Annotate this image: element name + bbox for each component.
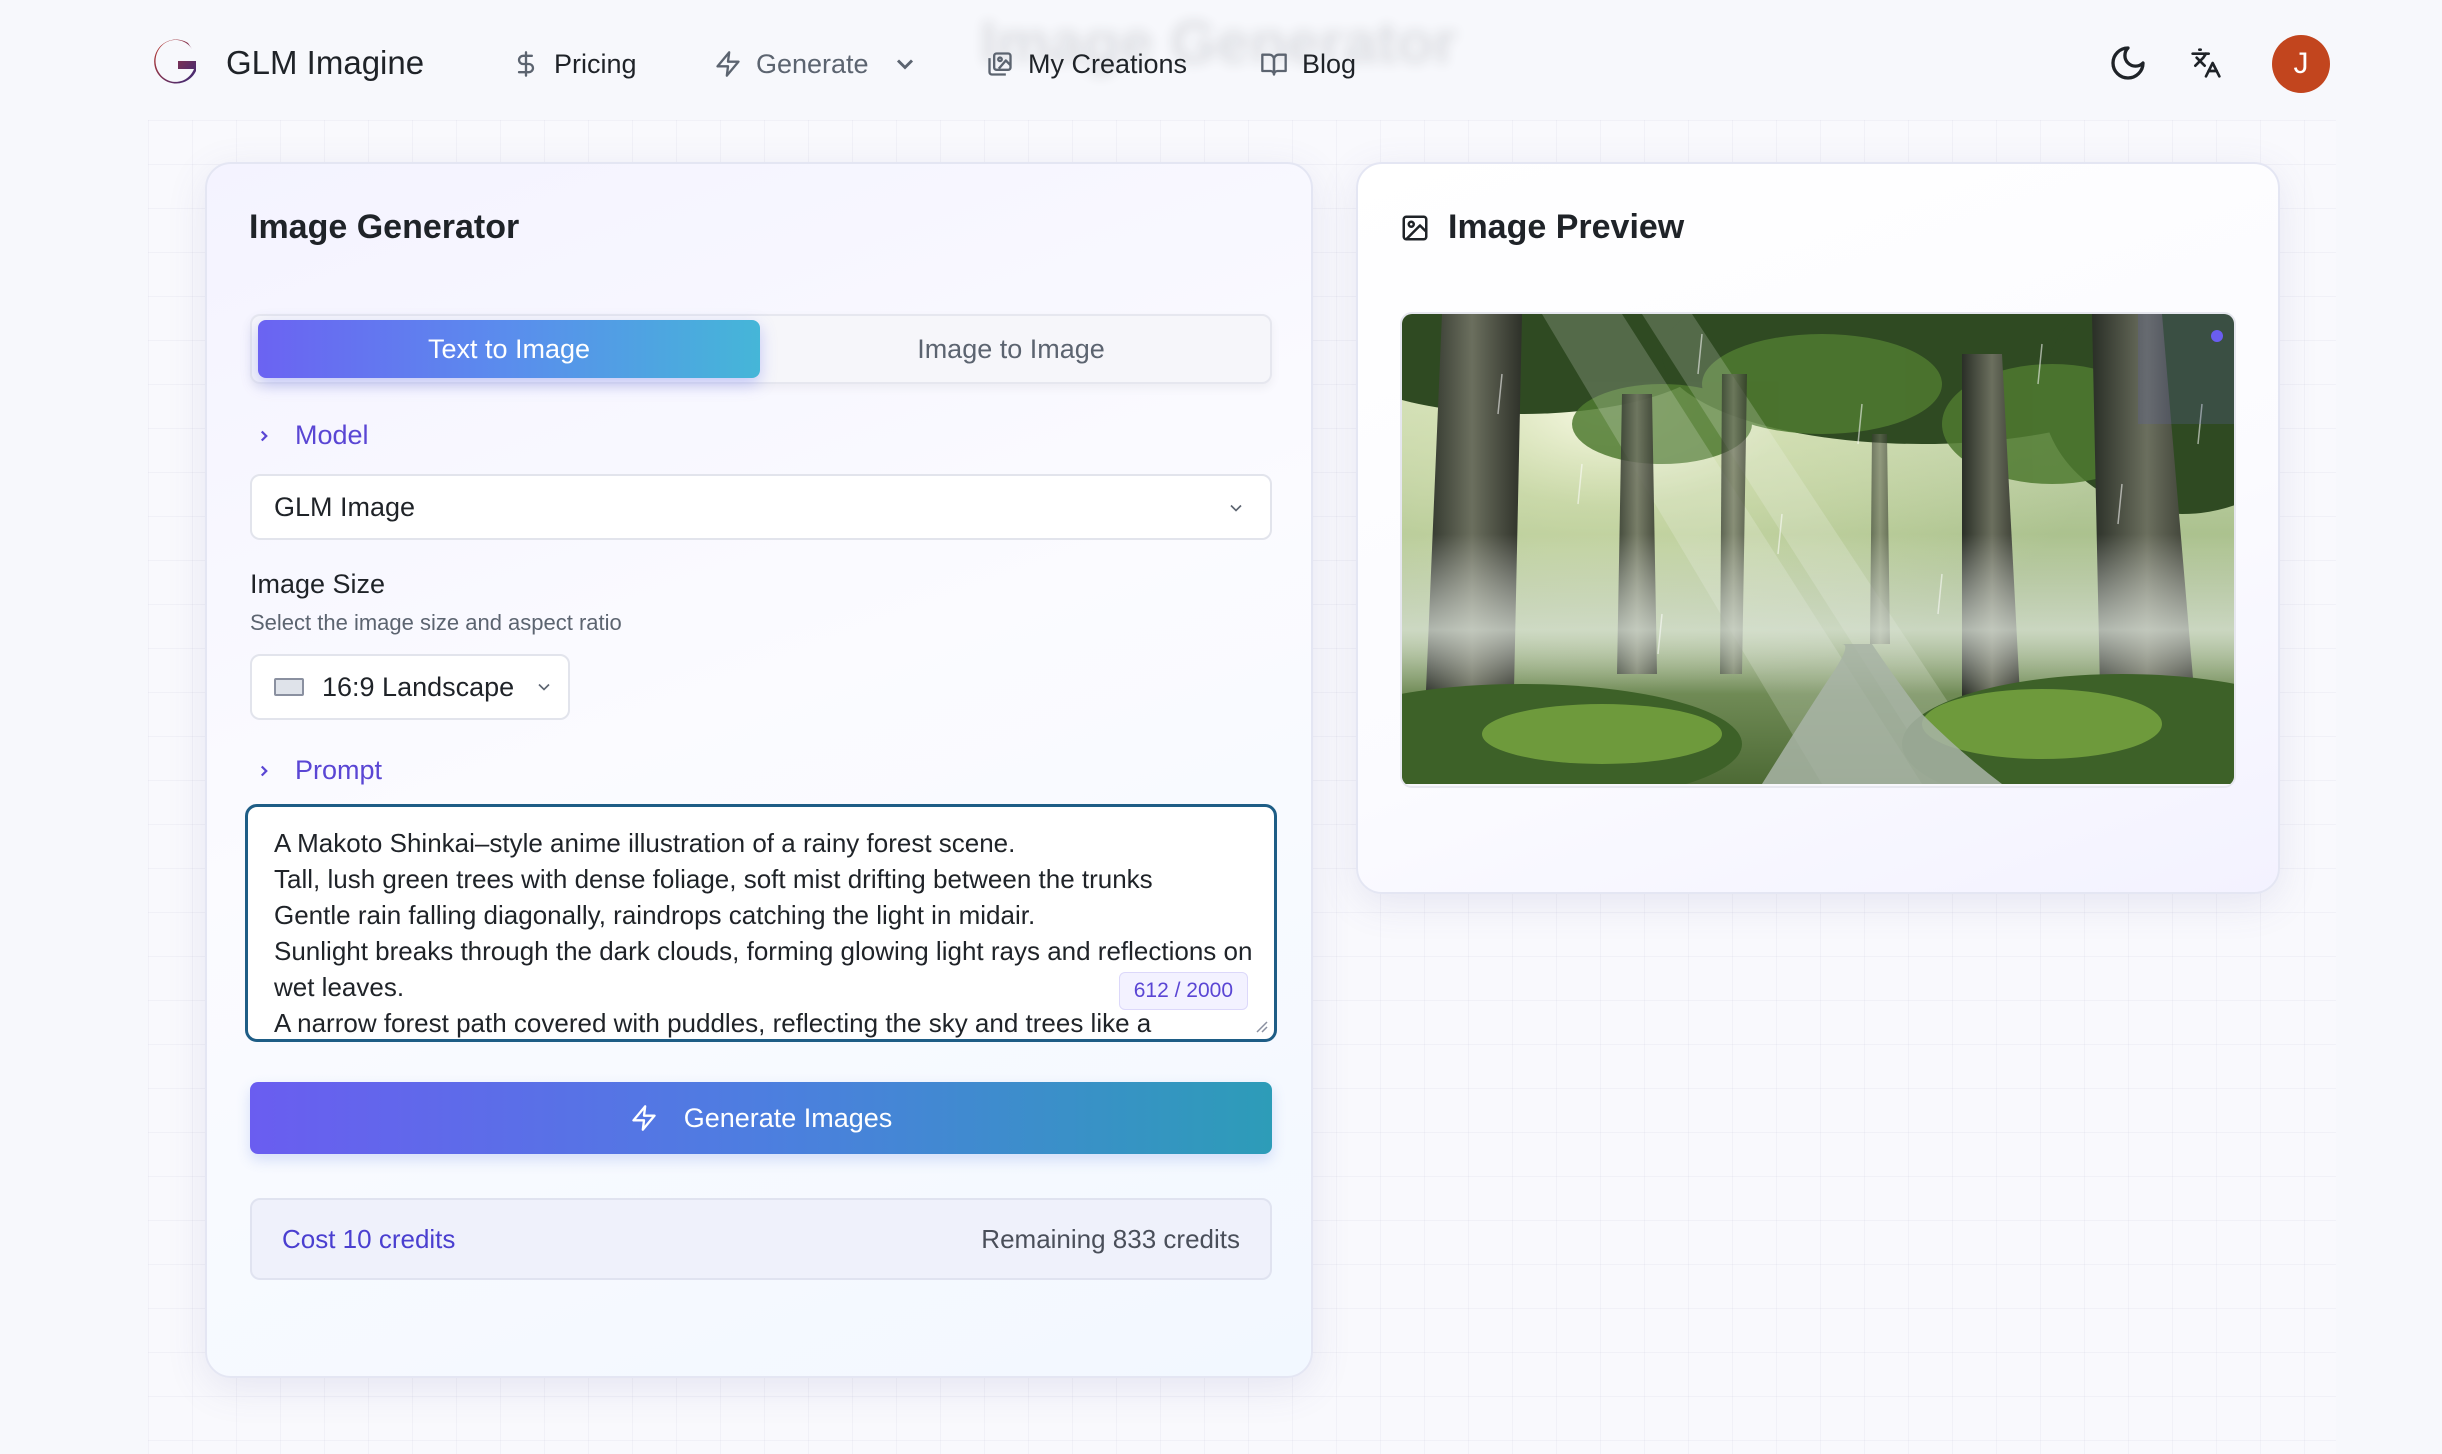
chevron-down-icon: [896, 59, 913, 70]
nav-my-creations[interactable]: My Creations: [986, 43, 1187, 85]
nav-blog-label: Blog: [1302, 48, 1357, 79]
generate-images-label: Generate Images: [683, 1102, 893, 1133]
language-button[interactable]: [2178, 35, 2234, 91]
nav-my-creations-label: My Creations: [1028, 48, 1188, 79]
model-section-toggle[interactable]: Model: [255, 420, 369, 451]
lightning-icon: [716, 51, 740, 77]
image-generator-card: Image Generator Text to Image Image to I…: [205, 162, 1313, 1378]
chevron-right-icon: [260, 765, 268, 776]
nav-generate[interactable]: Generate: [714, 43, 933, 85]
character-counter: 612 / 2000: [1118, 972, 1248, 1010]
tab-text-to-image[interactable]: Text to Image: [258, 320, 760, 378]
brand-logo[interactable]: GLM Imagine: [152, 37, 424, 89]
image-size-select[interactable]: 16:9 Landscape: [250, 654, 570, 720]
nav-generate-label: Generate: [756, 48, 869, 79]
nav-blog[interactable]: Blog: [1260, 43, 1356, 85]
prompt-textarea[interactable]: A Makoto Shinkai–style anime illustratio…: [245, 804, 1277, 1042]
model-select[interactable]: GLM Image: [250, 474, 1272, 540]
image-size-label: Image Size: [250, 569, 386, 599]
nav-pricing[interactable]: Pricing: [512, 43, 637, 85]
translate-icon: [2191, 48, 2221, 78]
glm-g-logo-icon: [154, 39, 196, 84]
mode-tabs: Text to Image Image to Image: [250, 314, 1272, 384]
image-size-help: Select the image size and aspect ratio: [250, 610, 622, 635]
image-icon: [1402, 215, 1428, 240]
moon-icon: [2111, 46, 2145, 80]
prompt-section-label: Prompt: [295, 755, 383, 785]
user-avatar[interactable]: J: [2272, 35, 2330, 93]
image-size-value: 16:9 Landscape: [322, 671, 515, 702]
image-preview-card: Image Preview: [1356, 162, 2280, 894]
generator-title: Image Generator: [249, 208, 520, 246]
chevron-right-icon: [260, 430, 268, 441]
theme-toggle-button[interactable]: [2100, 35, 2156, 91]
prompt-text[interactable]: A Makoto Shinkai–style anime illustratio…: [274, 825, 1254, 1039]
credits-remaining: Remaining 833 credits: [981, 1223, 1240, 1254]
preview-title-label: Image Preview: [1448, 208, 1685, 246]
images-icon: [988, 52, 1012, 76]
resize-handle-icon[interactable]: [1252, 1017, 1268, 1033]
preview-title: Image Preview: [1400, 208, 1684, 247]
generate-images-button[interactable]: Generate Images: [250, 1082, 1272, 1154]
chevron-down-icon: [1230, 504, 1242, 512]
top-navbar: GLM Imagine Pricing Generate My Creation…: [0, 0, 2442, 128]
brand-name: GLM Imagine: [226, 44, 425, 81]
forest-illustration: [1402, 314, 2234, 784]
book-icon: [1261, 53, 1287, 76]
credit-cost: Cost 10 credits: [282, 1223, 456, 1254]
lightning-icon: [632, 1105, 656, 1131]
tab-image-to-image[interactable]: Image to Image: [760, 320, 1262, 378]
credits-info: Cost 10 credits Remaining 833 credits: [250, 1198, 1272, 1280]
model-select-value: GLM Image: [274, 491, 416, 522]
generated-image[interactable]: [1400, 312, 2236, 788]
dollar-icon: [517, 51, 535, 77]
prompt-section-toggle[interactable]: Prompt: [255, 755, 382, 786]
nav-pricing-label: Pricing: [554, 48, 637, 79]
model-section-label: Model: [295, 420, 369, 450]
aspect-ratio-icon: [274, 678, 304, 696]
chevron-down-icon: [538, 683, 550, 691]
